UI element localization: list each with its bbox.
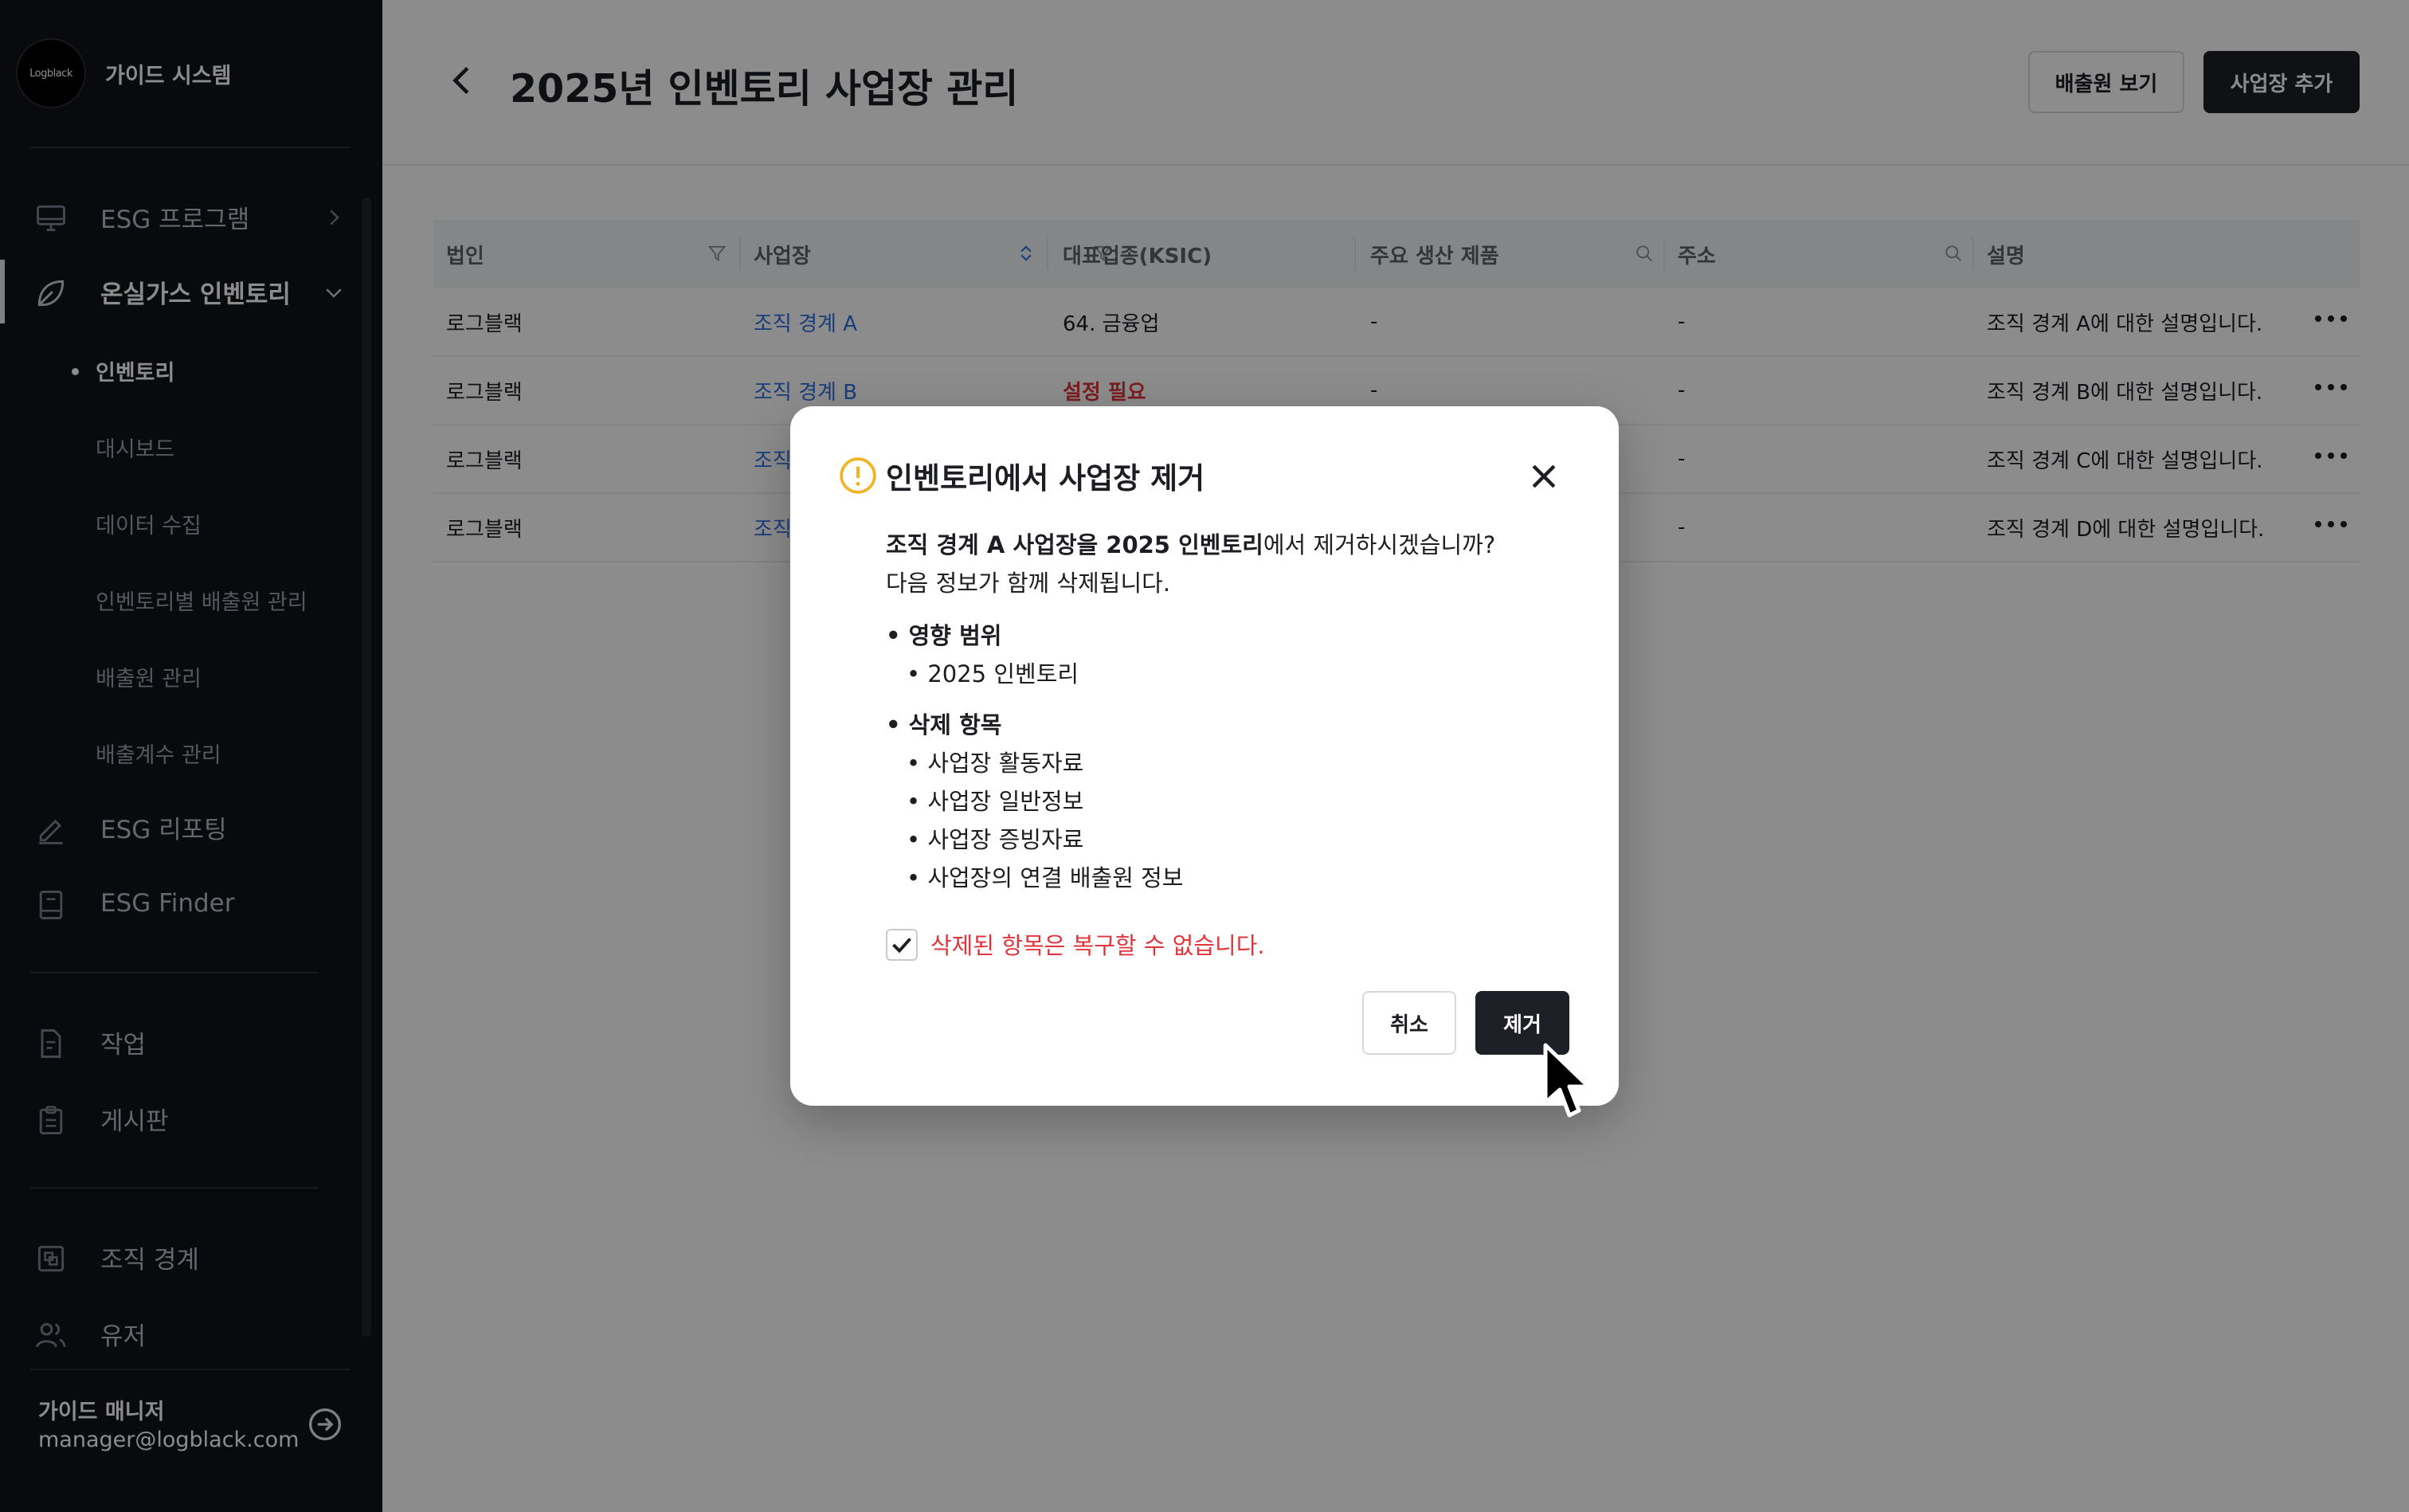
delete-item: • 사업장 일반정보 [907,788,1084,815]
checkmark-icon [892,938,911,954]
delete-item: • 사업장의 연결 배출원 정보 [907,864,1184,891]
remove-site-dialog: 인벤토리에서 사업장 제거 조직 경계 A 사업장을 2025 인벤토리에서 제… [790,406,1619,1106]
delete-heading: • 삭제 항목 [886,711,1002,738]
confirm-checkbox-label[interactable]: 삭제된 항목은 복구할 수 없습니다. [930,927,1265,961]
delete-item: • 사업장 증빙자료 [907,826,1084,853]
scope-item: • 2025 인벤토리 [907,660,1079,687]
delete-item: • 사업장 활동자료 [907,750,1084,777]
dialog-subtitle: 다음 정보가 함께 삭제됩니다. [886,570,1171,597]
dialog-question-bold: 조직 경계 A 사업장을 2025 인벤토리 [886,531,1263,558]
scope-heading: • 영향 범위 [886,622,1002,649]
cancel-button[interactable]: 취소 [1362,991,1456,1055]
close-icon[interactable] [1526,459,1561,494]
warning-circle-icon [840,457,876,494]
confirm-checkbox[interactable] [886,929,918,961]
mouse-pointer-icon [1543,1043,1591,1118]
dialog-question-rest: 에서 제거하시겠습니까? [1263,531,1496,558]
dialog-title: 인벤토리에서 사업장 제거 [886,461,1205,496]
dialog-question: 조직 경계 A 사업장을 2025 인벤토리에서 제거하시겠습니까? [886,526,1495,564]
